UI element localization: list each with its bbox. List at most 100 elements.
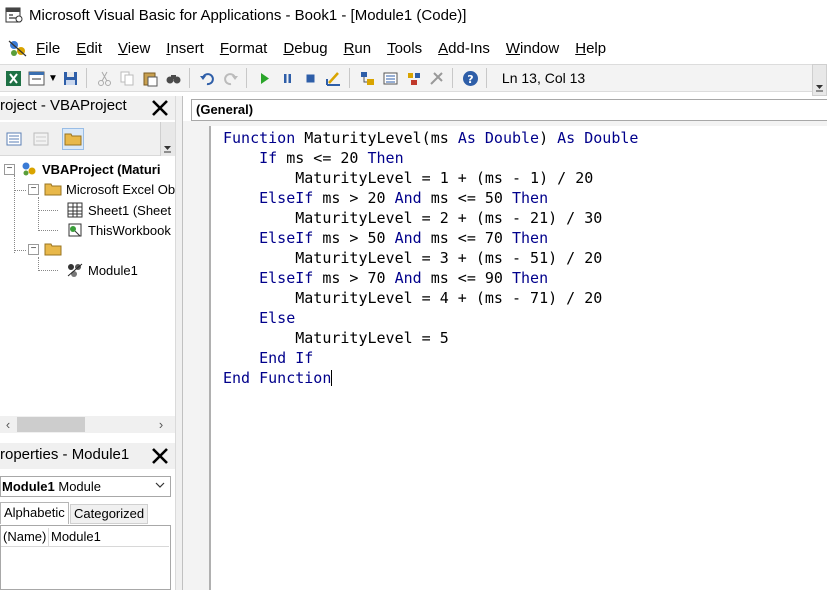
design-mode-button[interactable] [324,68,344,88]
find-button[interactable] [164,68,184,88]
view-code-button[interactable] [3,128,25,150]
tree-collapse-toggle[interactable]: − [28,184,39,195]
save-icon [64,71,78,85]
code-line[interactable]: MaturityLevel = 3 + (ms - 51) / 20 [223,248,602,268]
tab-categorized[interactable]: Categorized [70,504,149,524]
help-button[interactable]: ? [461,68,481,88]
undo-button[interactable] [198,68,218,88]
save-button[interactable] [61,68,81,88]
standard-toolbar: ▼ ? Ln 13, Col 13 [0,64,812,92]
code-line[interactable]: End If [223,348,313,368]
toolbar-separator [348,68,350,88]
properties-object-select[interactable]: Module1 Module [0,476,171,497]
module-icon [67,263,83,277]
tree-item-vbaproject[interactable]: VBAProject (Maturi [20,159,160,179]
insert-userform-button[interactable] [26,68,46,88]
tree-item-module1[interactable]: Module1 [66,260,138,280]
pane-splitter[interactable] [175,96,182,590]
folder-icon [44,183,62,196]
redo-icon [224,72,239,85]
menu-debug[interactable]: Debug [283,40,327,57]
tree-item-label: ThisWorkbook [88,222,171,238]
code-line[interactable]: MaturityLevel = 1 + (ms - 1) / 20 [223,168,593,188]
project-explorer-header: roject - VBAProject [0,96,175,120]
toggle-folders-button[interactable] [62,128,84,150]
close-icon [152,100,168,116]
menu-tools[interactable]: Tools [387,40,422,57]
tab-alphabetic[interactable]: Alphabetic [0,502,69,524]
menu-insert[interactable]: Insert [166,40,204,57]
code-line[interactable]: Function MaturityLevel(ms As Double) As … [223,128,638,148]
cut-button[interactable] [95,68,115,88]
properties-grid: (Name) Module1 [0,525,171,590]
properties-window-button[interactable] [381,68,401,88]
toolbar-overflow-chevron[interactable] [812,64,827,96]
menu-edit[interactable]: Edit [76,40,102,57]
project-explorer-icon [361,71,375,85]
copy-button[interactable] [118,68,138,88]
menu-bar: File Edit View Insert Format Debug Run T… [0,34,827,62]
reset-button[interactable] [301,68,321,88]
run-button[interactable] [255,68,275,88]
paste-button[interactable] [141,68,161,88]
workbook-icon [68,223,82,237]
project-explorer-button[interactable] [358,68,378,88]
code-window: (General) Function MaturityLevel(ms As D… [182,96,827,590]
tree-item-label: Sheet1 (Sheet [88,202,172,218]
object-browser-button[interactable] [404,68,424,88]
vba-project-icon [22,162,36,176]
scroll-left-icon[interactable]: ‹ [0,416,16,433]
object-dropdown[interactable]: (General) [191,99,827,121]
project-tree: − VBAProject (Maturi − Microsoft Excel O… [0,157,175,416]
scroll-right-icon[interactable]: › [153,416,169,433]
reset-icon [306,74,315,82]
code-editor[interactable]: Function MaturityLevel(ms As Double) As … [213,126,827,590]
scrollbar-thumb[interactable] [17,417,85,432]
tree-collapse-toggle[interactable]: − [4,164,15,175]
close-icon [152,448,168,464]
break-button[interactable] [278,68,298,88]
properties-close-button[interactable] [149,445,171,467]
menu-window[interactable]: Window [506,40,559,57]
view-object-button[interactable] [30,128,52,150]
view-excel-button[interactable] [3,68,23,88]
menu-add-ins[interactable]: Add-Ins [438,40,490,57]
redo-button[interactable] [221,68,241,88]
code-margin-indicator-bar[interactable] [183,126,211,590]
property-value[interactable]: Module1 [51,528,101,546]
code-line[interactable]: MaturityLevel = 5 [223,328,449,348]
code-line[interactable]: End Function [223,368,333,388]
tree-item-sheet1[interactable]: Sheet1 (Sheet [66,200,171,220]
insert-dropdown-arrow-icon[interactable]: ▼ [48,73,58,84]
project-toolbar-overflow-chevron[interactable] [160,122,175,156]
tree-connector [14,250,26,251]
menu-format[interactable]: Format [220,40,268,57]
code-line[interactable]: ElseIf ms > 50 And ms <= 70 Then [223,228,548,248]
code-line[interactable]: ElseIf ms > 20 And ms <= 50 Then [223,188,548,208]
tree-item-thisworkbook[interactable]: ThisWorkbook [66,220,171,240]
tree-connector [14,190,26,191]
properties-window-icon [383,72,398,84]
code-line[interactable]: MaturityLevel = 2 + (ms - 21) / 30 [223,208,602,228]
menu-help[interactable]: Help [575,40,606,57]
tree-item-modules-folder[interactable] [44,239,66,259]
toolbar-separator [451,68,453,88]
code-line[interactable]: MaturityLevel = 4 + (ms - 71) / 20 [223,288,602,308]
tree-collapse-toggle[interactable]: − [28,244,39,255]
property-row[interactable]: (Name) Module1 [1,528,169,547]
window-title: Microsoft Visual Basic for Applications … [29,6,467,24]
menu-view[interactable]: View [118,40,150,57]
project-horizontal-scrollbar[interactable]: ‹ › [0,416,175,433]
project-explorer-close-button[interactable] [149,97,171,119]
excel-view-icon [5,70,21,86]
chevron-down-icon [154,477,166,496]
menu-run[interactable]: Run [344,40,372,57]
tree-item-excel-objects[interactable]: Microsoft Excel Ob [44,179,175,199]
code-line[interactable]: Else [223,308,295,328]
menu-file[interactable]: File [36,40,60,57]
vba-system-menu-icon[interactable] [6,37,30,59]
code-line[interactable]: ElseIf ms > 70 And ms <= 90 Then [223,268,548,288]
insert-userform-icon [28,71,44,85]
code-line[interactable]: If ms <= 20 Then [223,148,404,168]
toolbox-button[interactable] [427,68,447,88]
